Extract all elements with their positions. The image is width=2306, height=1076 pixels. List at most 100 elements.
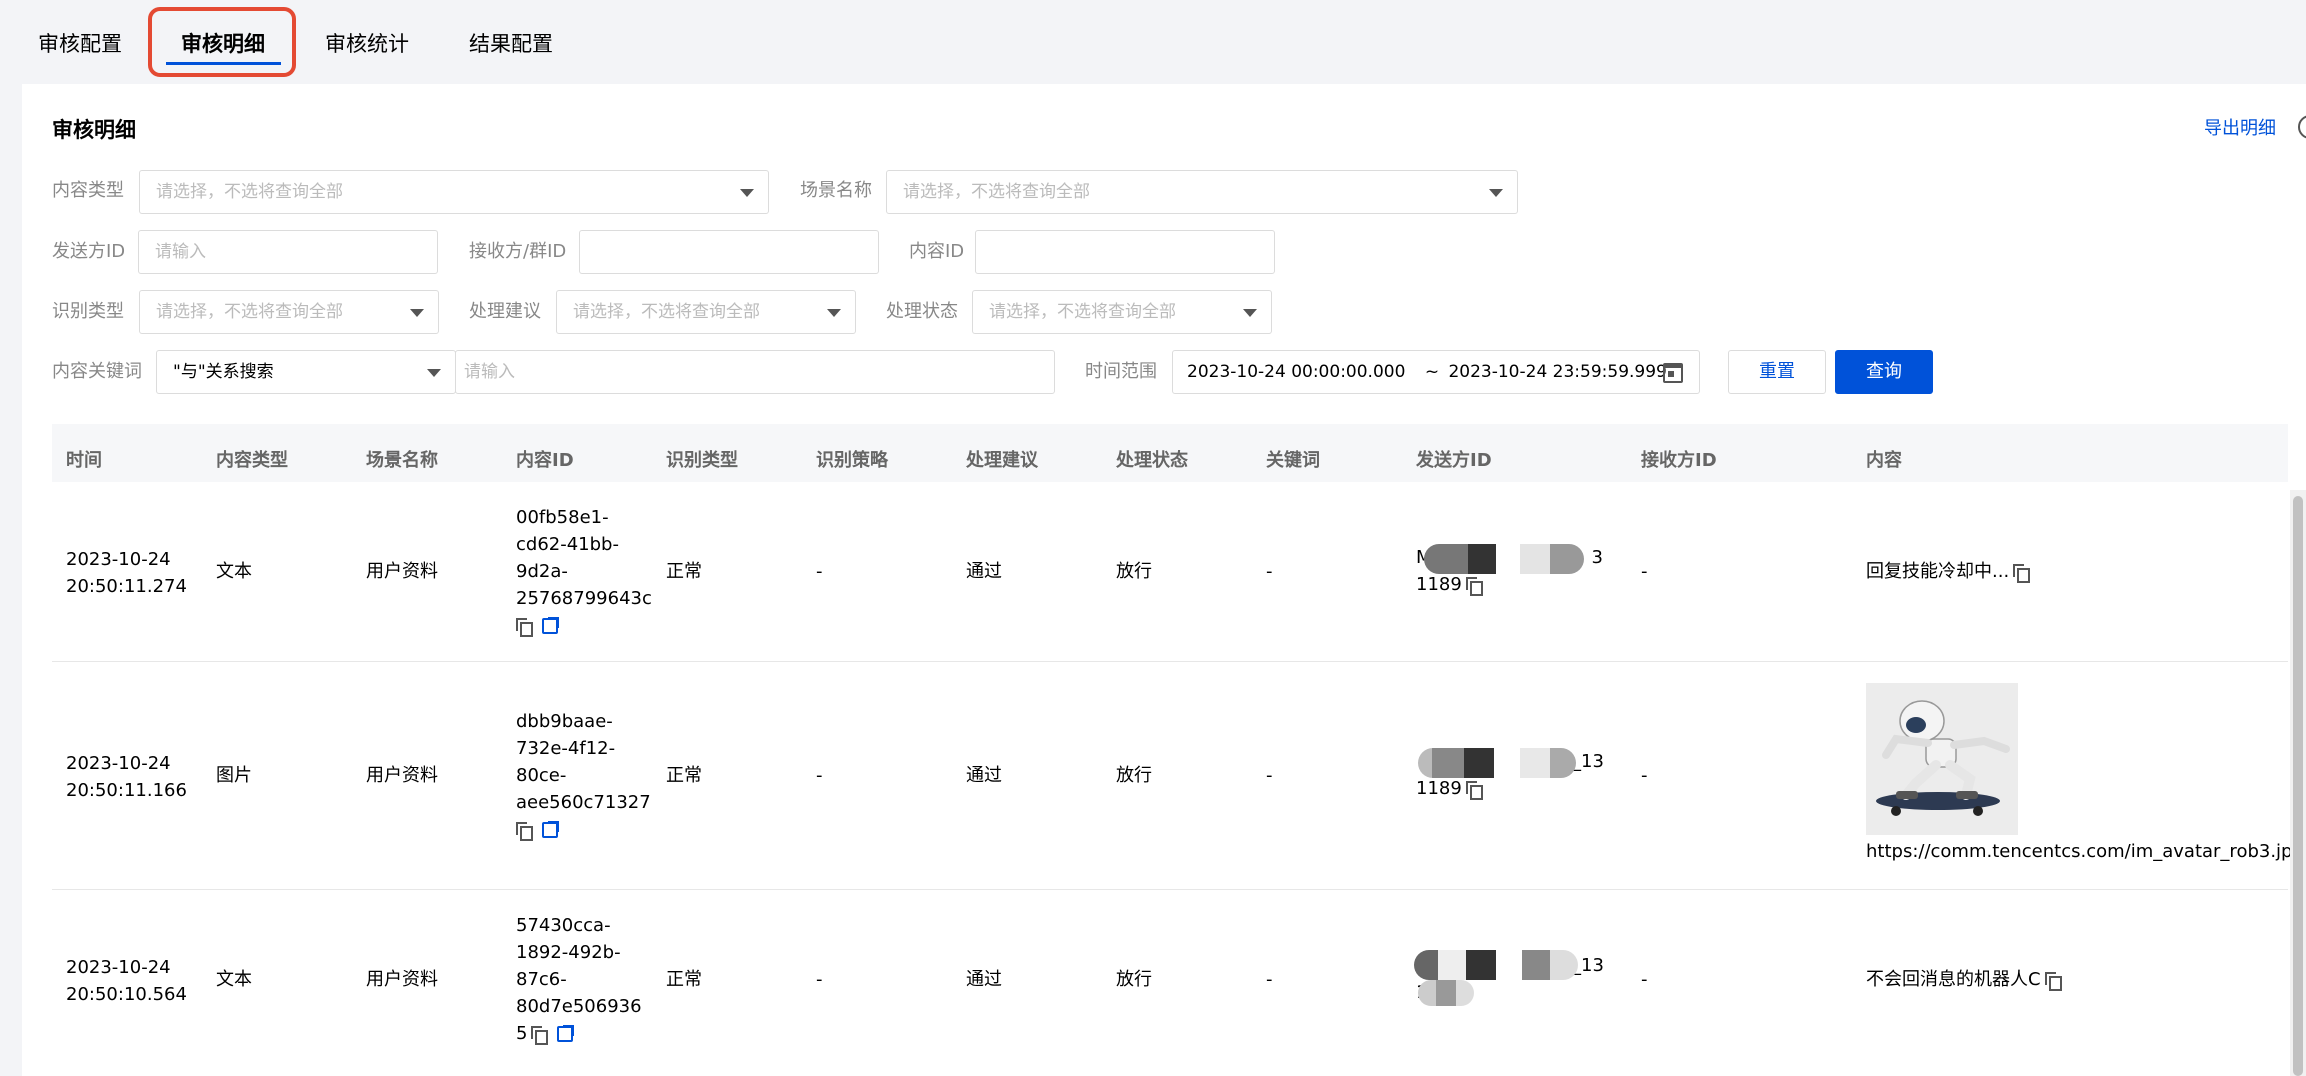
redaction-mask [1414, 950, 1578, 980]
row-time: 2023-10-24 20:50:10.564 [66, 954, 187, 1008]
scene-name-label: 场景名称 [800, 180, 872, 201]
external-link-icon[interactable] [557, 1025, 575, 1042]
copy-icon[interactable] [2013, 564, 2031, 583]
sender-id-label: 发送方ID [52, 241, 126, 262]
row-status: 放行 [1116, 969, 1152, 990]
receiver-id-label: 接收方/群ID [469, 241, 567, 262]
row-scene: 用户资料 [366, 765, 438, 786]
redaction-mask [1424, 544, 1584, 574]
copy-icon[interactable] [1465, 577, 1483, 596]
calendar-icon [1663, 363, 1683, 383]
content-id-line: 9d2a- [516, 561, 568, 582]
table-row: 2023-10-24 20:50:10.564 文本 用户资料 57430cca… [52, 890, 2288, 1076]
row-keyword: - [1266, 765, 1273, 786]
chevron-down-icon [427, 369, 441, 377]
copy-icon[interactable] [516, 822, 533, 841]
sender-id-input[interactable]: 请输入 [138, 230, 438, 274]
tab-review-config[interactable]: 审核配置 [38, 26, 122, 62]
recognition-type-select[interactable]: 请选择，不选将查询全部 [139, 290, 439, 334]
col-time: 时间 [66, 450, 102, 471]
row-receiver-id: - [1641, 969, 1648, 990]
row-time-date: 2023-10-24 [66, 957, 171, 978]
info-icon[interactable]: i [2298, 115, 2306, 139]
content-type-select[interactable]: 请选择，不选将查询全部 [139, 170, 769, 214]
content-id-line: 1892-492b- [516, 942, 621, 963]
content-id-line: 732e-4f12- [516, 738, 616, 759]
content-type-label: 内容类型 [52, 180, 124, 201]
row-content: https://comm.tencentcs.com/im_avatar_rob… [1866, 838, 2306, 865]
tab-bar: 审核配置 审核明细 审核统计 结果配置 [0, 0, 2306, 82]
col-keyword: 关键词 [1266, 450, 1320, 471]
tab-result-config[interactable]: 结果配置 [469, 26, 553, 62]
row-content-id: dbb9baae- 732e-4f12- 80ce- aee560c71327 [516, 708, 651, 843]
scene-name-select[interactable]: 请选择，不选将查询全部 [886, 170, 1518, 214]
time-range-picker[interactable]: 2023-10-24 00:00:00.000 ~ 2023-10-24 23:… [1172, 350, 1700, 394]
copy-icon[interactable] [1465, 781, 1483, 800]
row-scene: 用户资料 [366, 969, 438, 990]
receiver-id-input[interactable] [579, 230, 879, 274]
time-range-label: 时间范围 [1085, 361, 1157, 382]
col-strategy: 识别策略 [816, 450, 888, 471]
status-select[interactable]: 请选择，不选将查询全部 [972, 290, 1272, 334]
redaction-mask [1418, 980, 1474, 1006]
row-suggestion: 通过 [966, 561, 1002, 582]
copy-icon[interactable] [2044, 972, 2062, 991]
export-detail-link[interactable]: 导出明细 [2204, 114, 2276, 140]
row-time: 2023-10-24 20:50:11.166 [66, 750, 187, 804]
table-row: 2023-10-24 20:50:11.274 文本 用户资料 00fb58e1… [52, 482, 2288, 662]
copy-icon[interactable] [531, 1026, 549, 1045]
keyword-placeholder: 请输入 [464, 362, 515, 382]
row-receiver-id: - [1641, 765, 1648, 786]
content-id-line: dbb9baae- [516, 711, 613, 732]
keyword-label: 内容关键词 [52, 361, 142, 382]
chevron-down-icon [1243, 309, 1257, 317]
row-content-type: 文本 [216, 969, 252, 990]
status-label: 处理状态 [886, 301, 958, 322]
copy-icon[interactable] [516, 618, 533, 637]
content-id-line: 80d7e506936 [516, 996, 642, 1017]
row-keyword: - [1266, 561, 1273, 582]
row-content-type: 图片 [216, 765, 252, 786]
col-content-type: 内容类型 [216, 450, 288, 471]
suggestion-placeholder: 请选择，不选将查询全部 [573, 302, 760, 322]
row-receiver-id: - [1641, 561, 1648, 582]
table-scrollbar-thumb[interactable] [2293, 496, 2303, 1076]
row-content: 回复技能冷却中... [1866, 558, 2031, 585]
tab-review-stats[interactable]: 审核统计 [325, 26, 409, 62]
row-status: 放行 [1116, 561, 1152, 582]
row-status: 放行 [1116, 765, 1152, 786]
col-scene: 场景名称 [366, 450, 438, 471]
keyword-mode-value: "与"关系搜索 [173, 362, 274, 382]
content-id-line: aee560c71327 [516, 792, 651, 813]
sender-id-line2: 1189 [1416, 778, 1462, 799]
row-content-id: 57430cca- 1892-492b- 87c6- 80d7e506936 5 [516, 912, 642, 1047]
keyword-input[interactable]: 请输入 [455, 350, 1055, 394]
row-content-url: https://comm.tencentcs.com/im_avatar_rob… [1866, 841, 2304, 862]
keyword-mode-select[interactable]: "与"关系搜索 [156, 350, 456, 394]
scene-name-placeholder: 请选择，不选将查询全部 [903, 182, 1090, 202]
row-recognition-type: 正常 [666, 969, 702, 990]
chevron-down-icon [740, 189, 754, 197]
row-content-text: 回复技能冷却中... [1866, 561, 2010, 582]
sender-id-line2: 1189 [1416, 574, 1462, 595]
suggestion-select[interactable]: 请选择，不选将查询全部 [556, 290, 856, 334]
content-id-input[interactable] [975, 230, 1275, 274]
col-status: 处理状态 [1116, 450, 1188, 471]
content-image-robot[interactable] [1866, 683, 2018, 835]
row-strategy: - [816, 969, 823, 990]
row-recognition-type: 正常 [666, 561, 702, 582]
chevron-down-icon [410, 309, 424, 317]
row-time-clock: 20:50:11.274 [66, 576, 187, 597]
external-link-icon[interactable] [542, 821, 559, 838]
time-range-separator: ~ [1424, 362, 1440, 382]
content-id-line: 80ce- [516, 765, 567, 786]
external-link-icon[interactable] [542, 617, 559, 634]
reset-button[interactable]: 重置 [1728, 350, 1826, 394]
query-button[interactable]: 查询 [1835, 350, 1933, 394]
time-range-start: 2023-10-24 00:00:00.000 [1187, 362, 1406, 382]
row-strategy: - [816, 561, 823, 582]
content-id-line: 57430cca- [516, 915, 611, 936]
col-recognition-type: 识别类型 [666, 450, 738, 471]
row-suggestion: 通过 [966, 765, 1002, 786]
content-id-line: 25768799643c [516, 588, 652, 609]
